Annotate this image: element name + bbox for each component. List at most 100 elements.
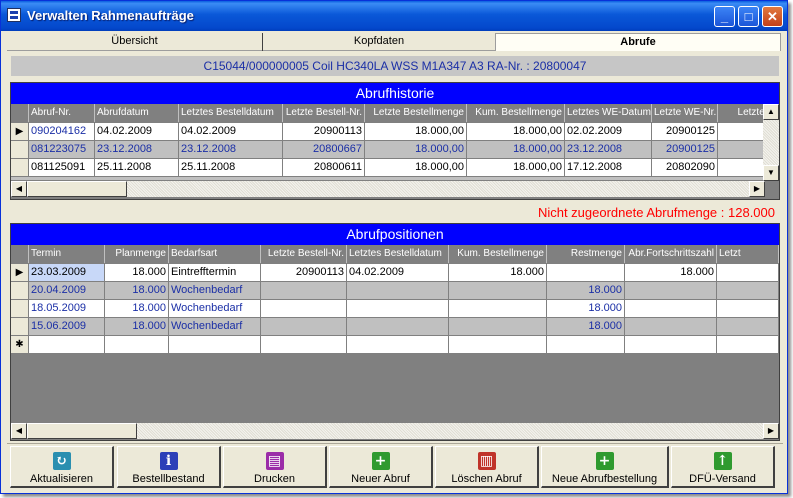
history-column-header[interactable]: Kum. Bestellmenge [467,104,565,122]
positions-column-header[interactable]: Letzte Bestell-Nr. [261,245,347,263]
table-cell[interactable] [449,300,547,318]
new-row-cell[interactable] [29,336,105,354]
table-cell[interactable]: 17.12.2008 [565,159,652,177]
tab-kopfdaten[interactable]: Kopfdaten [263,33,495,51]
table-cell[interactable]: 20802090 [652,159,718,177]
history-column-header[interactable]: Abrufdatum [95,104,179,122]
new-row-cell[interactable] [547,336,625,354]
table-cell[interactable]: Eintrefftermin [169,264,261,282]
table-cell[interactable]: 18.000,00 [467,141,565,159]
neue-abrufbestellung-button[interactable]: + Neue Abrufbestellung [541,446,669,488]
scroll-right-button[interactable]: ▶ [763,423,779,439]
minimize-button[interactable]: _ [714,6,735,27]
table-cell[interactable]: 18.000 [105,318,169,336]
table-cell[interactable]: 23.12.2008 [565,141,652,159]
table-cell[interactable]: 18.000 [547,300,625,318]
positions-column-header[interactable]: Abr.Fortschrittszahl [625,245,717,263]
scroll-thumb[interactable] [27,181,127,197]
bestellbestand-button[interactable]: i Bestellbestand [117,446,221,488]
scroll-left-button[interactable]: ◀ [11,181,27,197]
scroll-left-button[interactable]: ◀ [11,423,27,439]
positions-column-header[interactable]: Letzt [717,245,779,263]
new-row-cell[interactable] [625,336,717,354]
table-cell[interactable] [347,300,449,318]
table-cell[interactable]: 18.000 [449,264,547,282]
table-cell[interactable]: 18.000,00 [365,159,467,177]
row-selector[interactable]: ▶ [11,264,29,282]
table-cell[interactable]: 18.000,00 [365,141,467,159]
history-column-header[interactable]: Letztes WE-Datum [565,104,652,122]
positions-column-header[interactable]: Letztes Bestelldatum [347,245,449,263]
table-cell[interactable]: 090204162 [29,123,95,141]
history-column-header[interactable]: Letzte Bestell-Nr. [283,104,365,122]
positions-column-header[interactable]: Bedarfsart [169,245,261,263]
table-cell[interactable]: 18.000 [105,264,169,282]
table-cell[interactable] [261,300,347,318]
table-cell[interactable]: 18.000 [105,300,169,318]
table-cell[interactable]: 20800667 [283,141,365,159]
table-cell[interactable]: 20800611 [283,159,365,177]
table-cell[interactable]: 20.04.2009 [29,282,105,300]
dfü-versand-button[interactable]: ↑ DFÜ-Versand [671,446,775,488]
table-cell[interactable] [625,318,717,336]
table-cell[interactable]: 20900113 [261,264,347,282]
positions-column-header[interactable]: Kum. Bestellmenge [449,245,547,263]
row-selector[interactable] [11,282,29,300]
scroll-thumb[interactable] [27,423,137,439]
table-cell[interactable]: 20900113 [283,123,365,141]
table-cell[interactable] [625,282,717,300]
table-cell[interactable]: 081223075 [29,141,95,159]
new-row-cell[interactable] [261,336,347,354]
table-cell[interactable]: 18.000 [625,264,717,282]
history-column-header[interactable]: Abruf-Nr. [29,104,95,122]
drucken-button[interactable]: ▤ Drucken [223,446,327,488]
new-row-cell[interactable] [449,336,547,354]
table-cell[interactable]: 04.02.2009 [179,123,283,141]
table-cell[interactable] [347,282,449,300]
table-cell[interactable]: 20900125 [652,141,718,159]
scroll-up-button[interactable]: ▲ [763,104,779,120]
new-row-cell[interactable] [717,336,779,354]
scroll-down-button[interactable]: ▼ [763,165,779,181]
close-button[interactable]: ✕ [762,6,783,27]
tab-uebersicht[interactable]: Übersicht [7,33,263,51]
new-row-cell[interactable] [169,336,261,354]
table-cell[interactable]: 02.02.2009 [565,123,652,141]
row-selector[interactable] [11,159,29,177]
aktualisieren-button[interactable]: ↻ Aktualisieren [10,446,114,488]
table-cell[interactable] [261,318,347,336]
positions-column-header[interactable]: Planmenge [105,245,169,263]
table-cell[interactable] [717,264,779,282]
table-cell[interactable]: Wochenbedarf [169,300,261,318]
löschen-abruf-button[interactable]: ▥ Löschen Abruf [435,446,539,488]
positions-column-header[interactable]: Termin [29,245,105,263]
new-row-cell[interactable] [347,336,449,354]
table-cell[interactable]: 15.06.2009 [29,318,105,336]
table-cell[interactable] [449,282,547,300]
history-column-header[interactable]: Letzte WE-Nr. [652,104,718,122]
table-cell[interactable] [717,282,779,300]
table-cell[interactable] [547,264,625,282]
table-cell[interactable]: 18.000 [547,318,625,336]
table-cell[interactable]: 081125091 [29,159,95,177]
tab-abrufe[interactable]: Abrufe [495,33,781,51]
table-cell[interactable]: 23.03.2009 [29,264,105,282]
table-cell[interactable]: 18.05.2009 [29,300,105,318]
table-cell[interactable] [717,300,779,318]
table-cell[interactable]: 25.11.2008 [179,159,283,177]
table-cell[interactable] [625,300,717,318]
table-cell[interactable]: 23.12.2008 [95,141,179,159]
table-cell[interactable]: Wochenbedarf [169,282,261,300]
table-cell[interactable]: Wochenbedarf [169,318,261,336]
table-cell[interactable]: 18.000 [105,282,169,300]
row-selector[interactable] [11,300,29,318]
table-cell[interactable]: 23.12.2008 [179,141,283,159]
table-cell[interactable]: 18.000,00 [467,123,565,141]
table-cell[interactable] [347,318,449,336]
scroll-right-button[interactable]: ▶ [749,181,765,197]
table-cell[interactable] [261,282,347,300]
table-cell[interactable] [449,318,547,336]
table-cell[interactable]: 18.000 [547,282,625,300]
table-cell[interactable]: 04.02.2009 [347,264,449,282]
maximize-button[interactable]: □ [738,6,759,27]
